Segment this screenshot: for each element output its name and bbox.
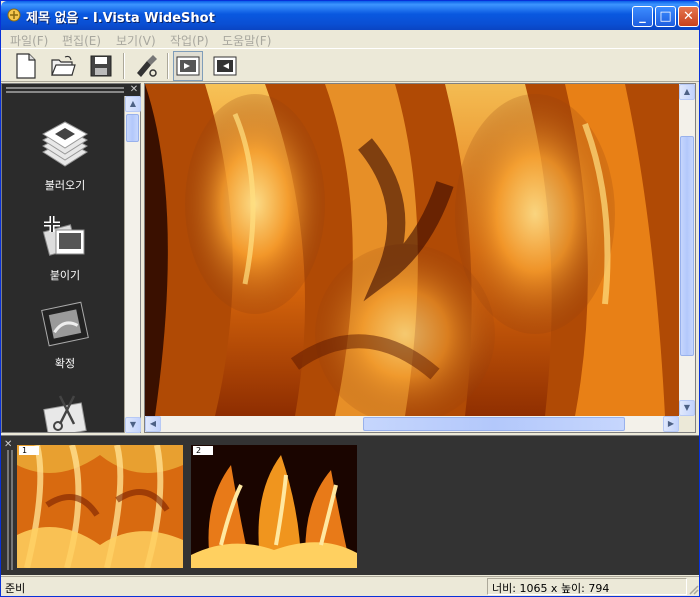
resize-grip-icon[interactable] <box>687 583 699 595</box>
app-window: 제목 없음 - I.Vista WideShot _ □ ✕ 파일(F) 편집(… <box>0 0 700 597</box>
vertical-scrollbar[interactable]: ▲ ▼ <box>679 84 695 416</box>
scroll-down-icon[interactable]: ▼ <box>679 400 695 416</box>
maximize-button[interactable]: □ <box>655 6 676 27</box>
scroll-right-icon[interactable]: ▶ <box>663 416 679 432</box>
thumbnail-2[interactable]: 2 <box>191 445 357 568</box>
close-button[interactable]: ✕ <box>678 6 699 27</box>
toolbar-separator <box>167 53 169 79</box>
menu-file[interactable]: 파일(F) <box>10 32 48 49</box>
settings-tool-icon <box>137 55 157 77</box>
tool-settings-button[interactable] <box>131 51 161 81</box>
app-icon <box>7 8 21 22</box>
view-mode-2-button[interactable] <box>210 51 240 81</box>
confirm-film-icon <box>41 301 89 347</box>
scroll-down-icon[interactable]: ▼ <box>125 417 141 433</box>
save-icon <box>90 55 112 77</box>
horizontal-scrollbar[interactable]: ◀ ▶ <box>145 416 679 432</box>
open-folder-icon <box>51 55 76 76</box>
title-bar[interactable]: 제목 없음 - I.Vista WideShot _ □ ✕ <box>1 1 699 30</box>
window-title: 제목 없음 - I.Vista WideShot <box>26 11 215 26</box>
scroll-thumb[interactable] <box>126 114 139 142</box>
panel-close-icon[interactable]: ✕ <box>128 84 140 95</box>
menu-edit[interactable]: 편집(E) <box>62 32 101 49</box>
open-button[interactable] <box>48 51 78 81</box>
view-mode-2-icon <box>213 56 237 76</box>
confirm-button[interactable]: 확정 <box>22 298 108 371</box>
cut-scissors-icon <box>43 395 87 432</box>
view-mode-1-button[interactable] <box>173 51 203 81</box>
new-file-icon <box>16 53 36 79</box>
paste-button[interactable]: 붙이기 <box>22 212 108 283</box>
menu-help[interactable]: 도움말(F) <box>222 32 271 49</box>
load-images-icon <box>42 121 88 167</box>
panel-scrollbar[interactable]: ▲ ▼ <box>124 96 141 433</box>
minimize-button[interactable]: _ <box>632 6 653 27</box>
vertical-scroll-thumb[interactable] <box>680 136 694 356</box>
scroll-left-icon[interactable]: ◀ <box>145 416 161 432</box>
thumbnail-1[interactable]: 1 <box>17 445 183 568</box>
horizontal-scroll-thumb[interactable] <box>363 417 625 431</box>
status-bar: 준비 너비: 1065 x 높이: 794 <box>1 576 699 596</box>
strip-grip[interactable] <box>7 450 13 570</box>
load-button[interactable]: 불러오기 <box>22 114 108 193</box>
scroll-corner <box>679 416 695 432</box>
toolbar-separator <box>123 53 125 79</box>
thumbnail-strip: ✕ 1 2 <box>1 435 699 575</box>
new-file-button[interactable] <box>11 51 41 81</box>
menu-task[interactable]: 작업(P) <box>170 32 209 49</box>
thumbnail-2-image <box>191 445 357 568</box>
strip-close-icon[interactable]: ✕ <box>4 439 12 450</box>
menu-view[interactable]: 보기(V) <box>116 32 156 49</box>
save-button[interactable] <box>86 51 116 81</box>
paste-label: 붙이기 <box>49 269 81 282</box>
fire-image <box>145 84 679 416</box>
toolbar <box>1 48 699 82</box>
load-label: 불러오기 <box>44 179 86 192</box>
view-mode-1-icon <box>176 56 200 76</box>
flame-image[interactable] <box>145 84 679 416</box>
image-dimensions: 너비: 1065 x 높이: 794 <box>487 578 687 595</box>
confirm-label: 확정 <box>54 357 76 370</box>
tool-panel: ✕ 불러오기 붙이기 확정 ▲ ▼ <box>1 83 141 433</box>
image-viewer: ▲ ▼ ◀ ▶ <box>144 83 696 433</box>
thumbnail-number: 2 <box>193 446 213 455</box>
menu-bar: 파일(F) 편집(E) 보기(V) 작업(P) 도움말(F) <box>1 30 699 48</box>
cut-button[interactable] <box>22 388 108 432</box>
scroll-up-icon[interactable]: ▲ <box>679 84 695 100</box>
thumbnail-1-image <box>17 445 183 568</box>
thumbnail-number: 1 <box>19 446 39 455</box>
status-text: 준비 <box>5 582 26 595</box>
panel-grip[interactable] <box>6 87 124 93</box>
scroll-up-icon[interactable]: ▲ <box>125 96 141 112</box>
paste-images-icon <box>42 216 85 256</box>
